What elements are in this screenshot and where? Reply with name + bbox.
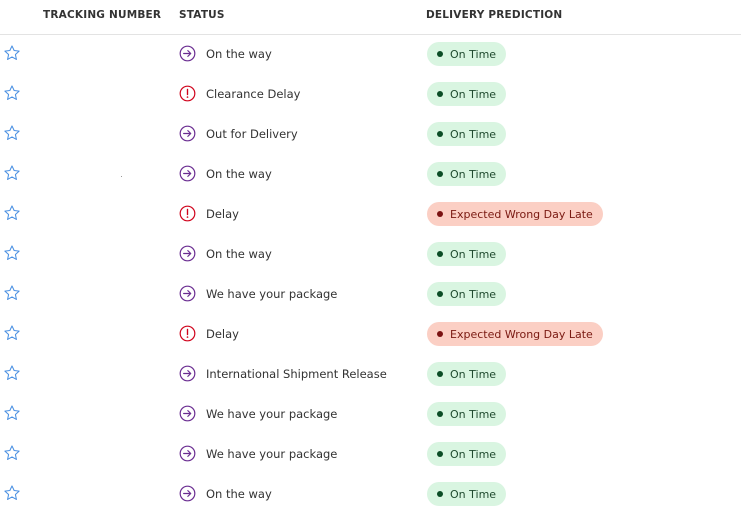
star-icon[interactable] bbox=[3, 444, 21, 462]
status-dot-icon bbox=[437, 171, 443, 177]
table-row[interactable]: International Shipment Release On Time bbox=[0, 354, 741, 394]
status-dot-icon bbox=[437, 51, 443, 57]
status-text: On the way bbox=[206, 247, 272, 261]
table-row[interactable]: Clearance Delay On Time bbox=[0, 74, 741, 114]
delivery-prediction-label: On Time bbox=[450, 487, 497, 501]
table-row[interactable]: Out for Delivery On Time bbox=[0, 114, 741, 154]
star-icon[interactable] bbox=[3, 84, 21, 102]
star-icon[interactable] bbox=[3, 404, 21, 422]
table-row[interactable]: On the way On Time bbox=[0, 34, 741, 74]
delivery-prediction-badge: On Time bbox=[427, 442, 507, 466]
status-dot-icon bbox=[437, 331, 443, 337]
table-row[interactable]: We have your package On Time bbox=[0, 394, 741, 434]
status-dot-icon bbox=[437, 291, 443, 297]
status-text: International Shipment Release bbox=[206, 367, 387, 381]
table-row[interactable]: We have your package On Time bbox=[0, 274, 741, 314]
delivery-prediction-label: On Time bbox=[450, 87, 497, 101]
status-dot-icon bbox=[437, 251, 443, 257]
delivery-prediction-label: On Time bbox=[450, 247, 497, 261]
arrow-circle-icon bbox=[179, 445, 196, 462]
shipment-table-body: On the way On Time Clearance Delay On Time O… bbox=[0, 34, 741, 514]
alert-circle-icon bbox=[179, 325, 196, 342]
delivery-prediction-badge: Expected Wrong Day Late bbox=[427, 202, 603, 226]
status-text: We have your package bbox=[206, 447, 338, 461]
column-header-tracking-number[interactable]: TRACKING NUMBER bbox=[43, 9, 161, 21]
column-header-delivery-prediction[interactable]: DELIVERY PREDICTION bbox=[426, 9, 562, 21]
star-icon[interactable] bbox=[3, 324, 21, 342]
star-icon[interactable] bbox=[3, 484, 21, 502]
status-text: Delay bbox=[206, 327, 239, 341]
delivery-prediction-label: On Time bbox=[450, 47, 497, 61]
arrow-circle-icon bbox=[179, 405, 196, 422]
delivery-prediction-badge: On Time bbox=[427, 122, 507, 146]
star-icon[interactable] bbox=[3, 284, 21, 302]
status-dot-icon bbox=[437, 411, 443, 417]
arrow-circle-icon bbox=[179, 45, 196, 62]
status-dot-icon bbox=[437, 131, 443, 137]
table-row[interactable]: Delay Expected Wrong Day Late bbox=[0, 314, 741, 354]
delivery-prediction-badge: On Time bbox=[427, 162, 507, 186]
delivery-prediction-badge: On Time bbox=[427, 362, 507, 386]
star-icon[interactable] bbox=[3, 44, 21, 62]
table-row[interactable]: Delay Expected Wrong Day Late bbox=[0, 194, 741, 234]
delivery-prediction-label: On Time bbox=[450, 367, 497, 381]
arrow-circle-icon bbox=[179, 245, 196, 262]
table-header: TRACKING NUMBER STATUS DELIVERY PREDICTI… bbox=[0, 0, 741, 35]
delivery-prediction-label: On Time bbox=[450, 407, 497, 421]
alert-circle-icon bbox=[179, 85, 196, 102]
star-icon[interactable] bbox=[3, 364, 21, 382]
delivery-prediction-label: On Time bbox=[450, 167, 497, 181]
delivery-prediction-badge: On Time bbox=[427, 42, 507, 66]
delivery-prediction-label: On Time bbox=[450, 287, 497, 301]
status-dot-icon bbox=[437, 211, 443, 217]
status-text: On the way bbox=[206, 167, 272, 181]
delivery-prediction-badge: On Time bbox=[427, 282, 507, 306]
column-header-status[interactable]: STATUS bbox=[179, 9, 225, 21]
arrow-circle-icon bbox=[179, 365, 196, 382]
status-text: On the way bbox=[206, 487, 272, 501]
delivery-prediction-badge: On Time bbox=[427, 402, 507, 426]
delivery-prediction-badge: On Time bbox=[427, 242, 507, 266]
arrow-circle-icon bbox=[179, 485, 196, 502]
status-text: Clearance Delay bbox=[206, 87, 301, 101]
arrow-circle-icon bbox=[179, 285, 196, 302]
status-dot-icon bbox=[437, 451, 443, 457]
delivery-prediction-label: Expected Wrong Day Late bbox=[450, 327, 593, 341]
table-row[interactable]: We have your package On Time bbox=[0, 434, 741, 474]
table-row[interactable]: On the way On Time bbox=[0, 234, 741, 274]
status-dot-icon bbox=[437, 491, 443, 497]
star-icon[interactable] bbox=[3, 204, 21, 222]
status-text: Delay bbox=[206, 207, 239, 221]
status-text: We have your package bbox=[206, 287, 338, 301]
alert-circle-icon bbox=[179, 205, 196, 222]
status-dot-icon bbox=[437, 371, 443, 377]
arrow-circle-icon bbox=[179, 125, 196, 142]
status-dot-icon bbox=[437, 91, 443, 97]
delivery-prediction-badge: On Time bbox=[427, 482, 507, 506]
arrow-circle-icon bbox=[179, 165, 196, 182]
status-text: We have your package bbox=[206, 407, 338, 421]
status-text: Out for Delivery bbox=[206, 127, 298, 141]
stray-dot bbox=[121, 176, 122, 177]
delivery-prediction-label: Expected Wrong Day Late bbox=[450, 207, 593, 221]
star-icon[interactable] bbox=[3, 164, 21, 182]
delivery-prediction-badge: On Time bbox=[427, 82, 507, 106]
star-icon[interactable] bbox=[3, 124, 21, 142]
star-icon[interactable] bbox=[3, 244, 21, 262]
table-row[interactable]: On the way On Time bbox=[0, 154, 741, 194]
delivery-prediction-label: On Time bbox=[450, 127, 497, 141]
delivery-prediction-badge: Expected Wrong Day Late bbox=[427, 322, 603, 346]
delivery-prediction-label: On Time bbox=[450, 447, 497, 461]
table-row[interactable]: On the way On Time bbox=[0, 474, 741, 514]
status-text: On the way bbox=[206, 47, 272, 61]
